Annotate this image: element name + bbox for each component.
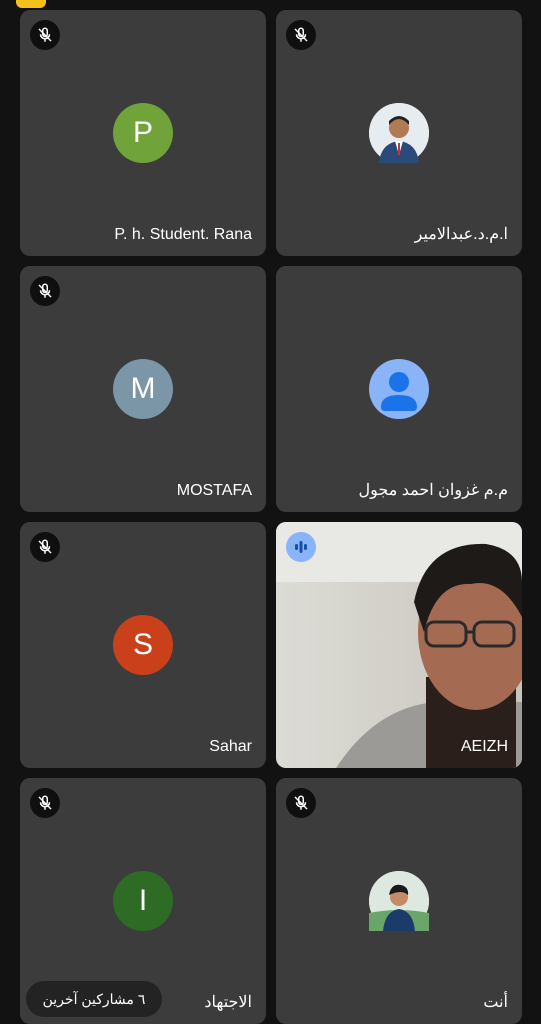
participant-tile-mostafa[interactable]: M MOSTAFA (20, 266, 266, 512)
mic-off-icon (30, 532, 60, 562)
participant-name: Sahar (209, 738, 252, 755)
avatar-photo (369, 103, 429, 163)
mic-off-icon (30, 20, 60, 50)
participant-name: MOSTAFA (176, 482, 252, 499)
mic-off-icon (30, 788, 60, 818)
participant-tile-ghazwan[interactable]: م.م غزوان احمد مجول (276, 266, 522, 512)
avatar: M (113, 359, 173, 419)
avatar: I (113, 871, 173, 931)
avatar-initial: M (130, 372, 156, 405)
avatar: P (113, 103, 173, 163)
audio-level-icon (286, 532, 316, 562)
participant-name: الاجتهاد (204, 994, 252, 1011)
participant-tile-sahar[interactable]: S Sahar (20, 522, 266, 768)
participant-name: م.م غزوان احمد مجول (358, 482, 508, 499)
participant-tile-self[interactable]: أنت (276, 778, 522, 1024)
recording-indicator (16, 0, 46, 8)
mic-off-icon (286, 20, 316, 50)
avatar-initial: P (132, 116, 153, 149)
avatar-initial: I (138, 884, 148, 917)
avatar: S (113, 615, 173, 675)
avatar-photo (369, 871, 429, 931)
participant-name: AEIZH (460, 738, 508, 755)
other-participants-label: ٦ مشاركين آخرين (42, 990, 146, 1007)
video-feed (276, 522, 522, 768)
participant-name: أنت (483, 994, 508, 1011)
mic-off-icon (286, 788, 316, 818)
other-participants-button[interactable]: ٦ مشاركين آخرين (26, 981, 162, 1017)
participant-tile-rana[interactable]: P P. h. Student. Rana (20, 10, 266, 256)
participant-name: ا.م.د.عبدالامير (414, 226, 508, 243)
participant-name: P. h. Student. Rana (114, 226, 252, 243)
participant-tile-aeizh[interactable]: AEIZH (276, 522, 522, 768)
participant-tile-abdulamir[interactable]: ا.م.د.عبدالامير (276, 10, 522, 256)
mic-off-icon (30, 276, 60, 306)
default-user-icon (369, 359, 429, 419)
avatar-initial: S (132, 628, 153, 661)
